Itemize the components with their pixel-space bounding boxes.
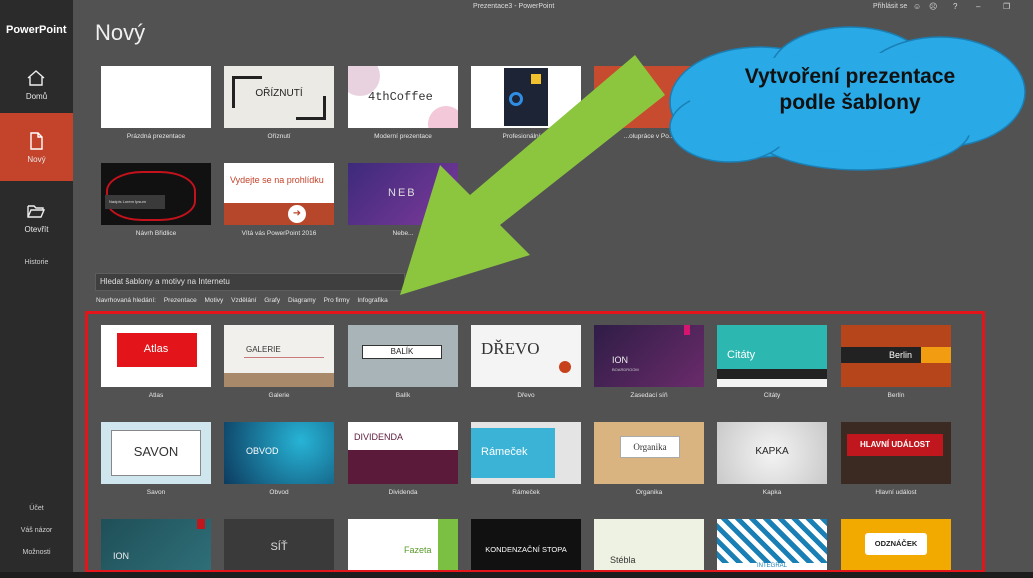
template-blank[interactable]: [101, 66, 211, 128]
sidebar-item-history[interactable]: Historie: [0, 259, 73, 266]
home-icon: [27, 70, 45, 86]
restore-icon[interactable]: ❐: [1003, 2, 1010, 11]
frown-icon[interactable]: ☹: [929, 2, 937, 11]
smile-icon[interactable]: ☺: [913, 2, 921, 11]
minimize-icon[interactable]: –: [976, 2, 980, 11]
template-text: Vydejte se na prohlídku: [230, 175, 324, 185]
template-text: Nadpis Lorem Ipsum: [105, 195, 165, 209]
window-title: Prezentace3 - PowerPoint: [473, 3, 555, 10]
arrow-right-icon: ➜: [288, 205, 306, 223]
template-text: OŘÍZNUTÍ: [255, 88, 303, 99]
suggested-link[interactable]: Diagramy: [288, 297, 316, 304]
sidebar-item-label: Domů: [25, 92, 48, 101]
callout-text: Vytvoření prezentace podle šablony: [690, 64, 1010, 116]
suggested-link[interactable]: Vzdělání: [231, 297, 256, 304]
sidebar-item-new[interactable]: Nový: [0, 113, 73, 181]
backstage-sidebar: PowerPoint Domů Nový Otevřít Historie Úč…: [0, 0, 73, 578]
template-caption: Vítá vás PowerPoint 2016: [241, 230, 317, 237]
sidebar-item-label: Otevřít: [24, 225, 49, 234]
sidebar-item-home[interactable]: Domů: [0, 50, 73, 118]
folder-open-icon: [27, 205, 46, 218]
highlight-frame: [85, 311, 985, 573]
suggested-link[interactable]: Grafy: [264, 297, 280, 304]
help-icon[interactable]: ?: [953, 2, 957, 11]
callout-line: Vytvoření prezentace: [744, 65, 956, 88]
app-name: PowerPoint: [6, 24, 67, 36]
signin-link[interactable]: Přihlásit se: [873, 3, 907, 10]
sidebar-item-label: Nový: [27, 155, 46, 164]
page-title: Nový: [95, 20, 146, 45]
suggested-link[interactable]: Pro firmy: [324, 297, 350, 304]
template-welcome[interactable]: Vydejte se na prohlídku ➜: [224, 163, 334, 225]
suggested-link[interactable]: Motivy: [205, 297, 224, 304]
template-caption: Prázdná prezentace: [126, 133, 186, 140]
sidebar-item-options[interactable]: Možnosti: [0, 549, 73, 556]
template-caption: Oříznutí: [267, 133, 291, 140]
template-slate[interactable]: Nadpis Lorem Ipsum: [101, 163, 211, 225]
suggested-label: Navrhovaná hledání:: [96, 297, 156, 304]
callout-line: podle šablony: [779, 91, 921, 114]
template-search-input[interactable]: Hledat šablony a motivy na Internetu: [95, 273, 405, 291]
annotation-arrow: [400, 55, 665, 295]
sidebar-item-open[interactable]: Otevřít: [0, 183, 73, 251]
sidebar-item-feedback[interactable]: Váš názor: [0, 527, 73, 534]
suggested-link[interactable]: Prezentace: [164, 297, 197, 304]
template-caption: Návrh Břidlice: [135, 230, 177, 237]
new-file-icon: [30, 132, 43, 150]
template-crop[interactable]: OŘÍZNUTÍ: [224, 66, 334, 128]
sidebar-item-account[interactable]: Účet: [0, 505, 73, 512]
suggested-searches: Navrhovaná hledání: Prezentace Motivy Vz…: [96, 297, 394, 304]
windows-taskbar: [0, 572, 1033, 578]
